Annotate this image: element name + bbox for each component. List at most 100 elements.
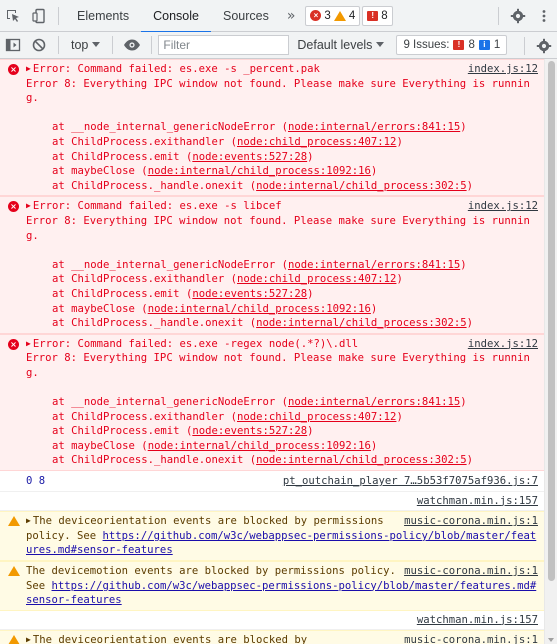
tabbar-right-controls — [492, 0, 557, 32]
settings-gear-icon[interactable] — [505, 0, 531, 32]
more-options-icon[interactable] — [531, 0, 557, 32]
stack-fn: at ChildProcess.emit — [52, 150, 180, 163]
console-error-message: × index.js:12 ▶ Error: Command failed: es… — [0, 196, 544, 334]
levels-label: Default levels — [297, 38, 373, 52]
console-source-row: watchman.min.js:157 — [0, 491, 544, 512]
console-source-row: watchman.min.js:157 — [0, 610, 544, 631]
source-link[interactable]: index.js:12 — [468, 337, 538, 352]
stack-frame: at __node_internal_genericNodeError (nod… — [52, 121, 467, 134]
scrollbar-thumb[interactable] — [548, 61, 555, 581]
source-link[interactable]: pt_outchain_player 7…5b53f7075af936.js:7 — [283, 474, 538, 489]
scroll-down-arrow-icon[interactable] — [548, 638, 554, 642]
tab-label: Sources — [222, 8, 269, 23]
expand-triangle-icon[interactable]: ▶ — [26, 199, 31, 214]
stack-location-link[interactable]: node:internal/errors:841:15 — [288, 396, 460, 408]
stack-location-link[interactable]: node:internal/errors:841:15 — [288, 121, 460, 133]
issues-counter[interactable]: ! 8 — [362, 5, 393, 26]
stack-location-link[interactable]: node:events:527:28 — [192, 288, 307, 300]
source-link[interactable]: index.js:12 — [468, 62, 538, 77]
more-tabs-button[interactable]: » — [281, 0, 302, 32]
console-toolbar: top Default levels 9 Issues: ! 8 i 1 — [0, 32, 557, 59]
tab-label: Elements — [77, 8, 130, 23]
divider — [112, 36, 114, 54]
stack-frame: at ChildProcess._handle.onexit (node:int… — [52, 454, 473, 467]
stack-location-link[interactable]: node:events:527:28 — [192, 425, 307, 437]
device-toolbar-icon[interactable] — [26, 0, 52, 32]
stack-location-link[interactable]: node:internal/child_process:1092:16 — [148, 303, 371, 315]
console-warning-message: music-corona.min.js:1 The devicemotion e… — [0, 561, 544, 611]
log-levels-dropdown[interactable]: Default levels — [297, 38, 385, 52]
inspect-element-icon[interactable] — [0, 0, 26, 32]
policy-link[interactable]: https://github.com/w3c/webappsec-permiss… — [26, 530, 536, 557]
source-link[interactable]: music-corona.min.js:1 — [404, 514, 538, 529]
stack-location-link[interactable]: node:internal/errors:841:15 — [288, 259, 460, 271]
source-link[interactable]: watchman.min.js:157 — [417, 495, 538, 507]
tab-console[interactable]: Console — [141, 0, 211, 33]
tab-elements[interactable]: Elements — [65, 0, 141, 32]
expand-triangle-icon[interactable]: ▶ — [26, 62, 31, 77]
context-selector[interactable]: top — [65, 38, 106, 52]
source-link[interactable]: watchman.min.js:157 — [417, 614, 538, 626]
live-expression-eye-icon[interactable] — [119, 32, 145, 59]
stack-frame: at __node_internal_genericNodeError (nod… — [52, 396, 467, 409]
error-message-text: Error 8: Everything IPC window not found… — [26, 77, 530, 105]
stack-frame: at maybeClose (node:internal/child_proce… — [52, 165, 378, 178]
error-header[interactable]: ▶ Error: Command failed: es.exe -s libcef — [26, 199, 538, 214]
divider — [58, 36, 59, 54]
stack-location-link[interactable]: node:internal/child_process:1092:16 — [148, 165, 371, 177]
stack-frame: at ChildProcess.emit (node:events:527:28… — [52, 425, 314, 438]
error-icon: × — [310, 10, 322, 21]
divider — [524, 36, 525, 55]
more-tabs-label: » — [286, 7, 296, 24]
error-warning-counter[interactable]: × 3 4 — [305, 5, 361, 26]
log-value: 8 — [38, 475, 46, 488]
stack-fn: at ChildProcess._handle.onexit — [52, 179, 244, 192]
policy-link[interactable]: https://github.com/w3c/webappsec-permiss… — [26, 580, 536, 607]
error-header[interactable]: ▶ Error: Command failed: es.exe -s _perce… — [26, 62, 538, 77]
console-warning-message: music-corona.min.js:1 ▶ The deviceorienta… — [0, 511, 544, 561]
stack-frame: at __node_internal_genericNodeError (nod… — [52, 258, 467, 271]
issue-info-icon: i — [478, 40, 490, 50]
stack-fn: at ChildProcess.exithandler — [52, 410, 225, 423]
stack-frame: at ChildProcess._handle.onexit (node:int… — [52, 317, 473, 330]
stack-fn: at maybeClose — [52, 302, 135, 315]
stack-fn: at maybeClose — [52, 165, 135, 178]
error-icon: × — [8, 338, 19, 350]
warning-count: 4 — [348, 9, 356, 22]
error-message-text: Error 8: Everything IPC window not found… — [26, 352, 530, 379]
stack-location-link[interactable]: node:internal/child_process:302:5 — [256, 454, 466, 466]
source-link[interactable]: index.js:12 — [468, 199, 538, 214]
stack-location-link[interactable]: node:child_process:407:12 — [237, 411, 396, 423]
stack-fn: at ChildProcess._handle.onexit — [52, 317, 244, 330]
expand-triangle-icon[interactable]: ▶ — [26, 337, 31, 352]
chevron-down-icon — [376, 42, 385, 47]
clear-console-icon[interactable] — [26, 32, 52, 59]
expand-triangle-icon[interactable]: ▶ — [26, 514, 31, 529]
stack-fn: at ChildProcess._handle.onexit — [52, 454, 244, 467]
tab-sources[interactable]: Sources — [211, 0, 281, 32]
stack-frame: at ChildProcess.exithandler (node:child_… — [52, 273, 403, 286]
stack-frame: at maybeClose (node:internal/child_proce… — [52, 439, 378, 452]
filter-input[interactable] — [158, 35, 290, 55]
stack-fn: at ChildProcess.emit — [52, 425, 180, 438]
expand-triangle-icon[interactable]: ▶ — [26, 633, 31, 644]
sidebar-toggle-icon[interactable] — [0, 32, 26, 59]
stack-location-link[interactable]: node:events:527:28 — [192, 151, 307, 163]
stack-location-link[interactable]: node:internal/child_process:302:5 — [256, 317, 466, 329]
chevron-down-icon — [92, 42, 101, 47]
console-settings-gear-icon[interactable] — [531, 32, 557, 59]
warning-icon — [8, 566, 20, 576]
stack-location-link[interactable]: node:internal/child_process:1092:16 — [148, 440, 371, 452]
console-scrollbar[interactable] — [544, 59, 557, 644]
devtools-tabbar: Elements Console Sources » × 3 4 ! 8 — [0, 0, 557, 33]
error-header-text: Error: Command failed: es.exe -s _percen… — [32, 63, 320, 75]
source-link[interactable]: music-corona.min.js:1 — [404, 564, 538, 579]
source-link[interactable]: music-corona.min.js:1 — [404, 633, 538, 644]
issues-button[interactable]: 9 Issues: ! 8 i 1 — [396, 35, 508, 55]
stack-location-link[interactable]: node:child_process:407:12 — [237, 273, 396, 285]
warning-icon — [8, 635, 20, 644]
error-header-text: Error: Command failed: es.exe -s libcef — [32, 200, 282, 213]
stack-location-link[interactable]: node:internal/child_process:302:5 — [256, 180, 466, 192]
error-header[interactable]: ▶ Error: Command failed: es.exe -regex no… — [26, 337, 538, 352]
stack-location-link[interactable]: node:child_process:407:12 — [237, 136, 396, 148]
